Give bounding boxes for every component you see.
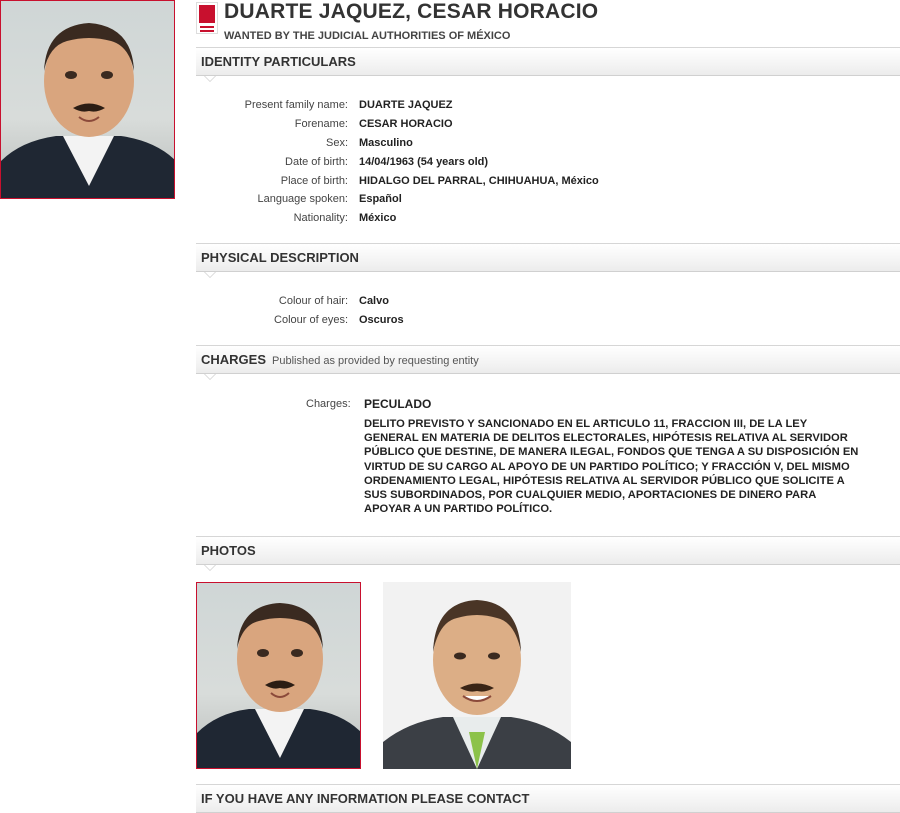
main-portrait-photo[interactable]	[0, 0, 175, 199]
physical-section-header: PHYSICAL DESCRIPTION	[196, 243, 900, 278]
field-label: Date of birth:	[285, 156, 348, 168]
identity-section-header: IDENTITY PARTICULARS	[196, 47, 900, 82]
identity-row: Nationality: México	[196, 212, 900, 228]
charges-section-subtitle: Published as provided by requesting enti…	[272, 355, 479, 367]
identity-section-title: IDENTITY PARTICULARS	[201, 54, 356, 69]
identity-row: Forename: CESAR HORACIO	[196, 118, 900, 134]
contact-section-title: IF YOU HAVE ANY INFORMATION PLEASE CONTA…	[201, 791, 530, 806]
physical-row: Colour of hair: Calvo	[196, 295, 900, 311]
field-label: Present family name:	[244, 99, 348, 111]
field-value: CESAR HORACIO	[359, 118, 453, 130]
photo-thumbnail[interactable]	[196, 582, 361, 769]
field-value: Calvo	[359, 295, 389, 307]
field-value: HIDALGO DEL PARRAL, CHIHUAHUA, México	[359, 175, 599, 187]
charge-detail: DELITO PREVISTO Y SANCIONADO EN EL ARTIC…	[364, 418, 859, 516]
red-notice-badge-icon	[196, 2, 218, 34]
field-label: Place of birth:	[280, 175, 348, 187]
photos-section-title: PHOTOS	[201, 543, 256, 558]
identity-row: Language spoken: Español	[196, 193, 900, 209]
field-value: Oscuros	[359, 314, 404, 326]
field-label: Sex:	[325, 137, 348, 149]
field-value: México	[359, 212, 397, 224]
charges-section-title: CHARGES	[201, 352, 267, 367]
field-value: DUARTE JAQUEZ	[359, 99, 453, 111]
field-label: Forename:	[294, 118, 348, 130]
field-label: Nationality:	[293, 212, 348, 224]
identity-row: Date of birth: 14/04/1963 (54 years old)	[196, 156, 900, 172]
field-value: 14/04/1963 (54 years old)	[359, 156, 489, 168]
field-value: Español	[359, 193, 402, 205]
identity-row: Sex: Masculino	[196, 137, 900, 153]
field-value: Masculino	[359, 137, 413, 149]
person-name-title: DUARTE JAQUEZ, CESAR HORACIO	[224, 0, 599, 23]
field-label: Colour of hair:	[278, 295, 348, 307]
field-label: Colour of eyes:	[274, 314, 348, 326]
photos-section-header: PHOTOS	[196, 536, 900, 571]
contact-section-header: IF YOU HAVE ANY INFORMATION PLEASE CONTA…	[196, 784, 900, 813]
charges-section-header: CHARGES Published as provided by requesti…	[196, 345, 900, 380]
identity-row: Place of birth: HIDALGO DEL PARRAL, CHIH…	[196, 175, 900, 191]
photo-thumbnail[interactable]	[383, 582, 571, 769]
field-label: Language spoken:	[257, 193, 348, 205]
charge-title: PECULADO	[364, 397, 432, 411]
physical-section-title: PHYSICAL DESCRIPTION	[201, 250, 359, 265]
identity-row: Present family name: DUARTE JAQUEZ	[196, 99, 900, 115]
charges-label: Charges:	[306, 398, 351, 410]
wanted-by-text: WANTED BY THE JUDICIAL AUTHORITIES OF MÉ…	[224, 30, 511, 42]
physical-row: Colour of eyes: Oscuros	[196, 314, 900, 330]
